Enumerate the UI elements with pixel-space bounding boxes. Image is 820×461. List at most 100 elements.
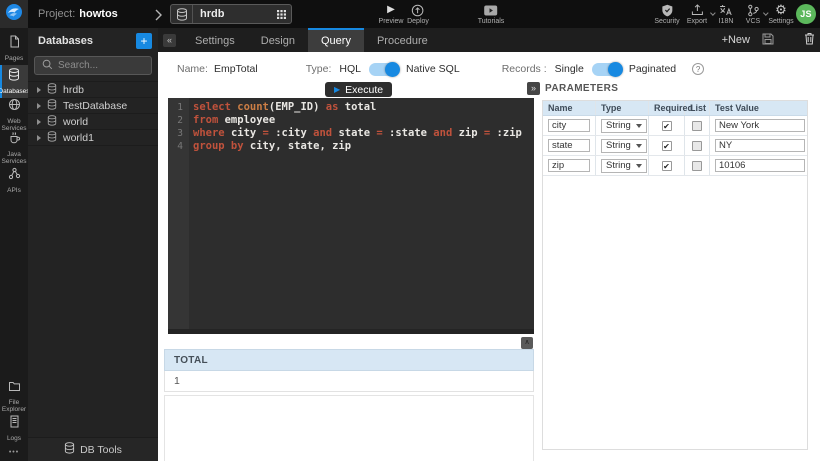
deploy-label: Deploy	[407, 18, 429, 25]
list-checkbox[interactable]	[692, 161, 702, 171]
execute-play-icon: ▶	[334, 86, 340, 94]
settings-button[interactable]: ⚙ Settings	[768, 4, 793, 25]
rail-item-web-services[interactable]: Web Services	[0, 98, 28, 131]
new-query-button[interactable]: +New	[722, 34, 750, 46]
database-search[interactable]	[34, 56, 152, 75]
video-icon	[484, 4, 498, 16]
param-type-select[interactable]: String	[601, 139, 647, 153]
search-icon	[42, 57, 53, 75]
sql-editor[interactable]: 1select count(EMP_ID) as total2from empl…	[168, 98, 534, 334]
column-header-list: List	[685, 101, 710, 115]
save-button[interactable]	[762, 33, 774, 48]
tab-query[interactable]: Query	[308, 28, 364, 52]
tab-procedure[interactable]: Procedure	[364, 28, 441, 52]
trash-icon	[804, 32, 815, 48]
collapse-results-button[interactable]: ∧	[521, 337, 533, 349]
more-icon[interactable]: •••	[0, 445, 28, 459]
app-logo[interactable]	[0, 0, 28, 28]
rail-item-logs[interactable]: Logs	[0, 412, 28, 445]
export-button[interactable]: Export	[687, 4, 707, 25]
caret-right-icon[interactable]	[37, 87, 41, 93]
add-database-button[interactable]: +	[136, 33, 152, 49]
query-config-row: Name: EmpTotal Type: HQL Native SQL Reco…	[177, 61, 814, 77]
wavemaker-logo-icon	[5, 3, 23, 26]
type-option-native-sql[interactable]: Native SQL	[406, 63, 460, 75]
line-number: 2	[168, 114, 189, 127]
caret-right-icon[interactable]	[37, 135, 41, 141]
list-checkbox[interactable]	[692, 121, 702, 131]
parameter-row-zip: String ✔	[543, 156, 807, 176]
param-name-input[interactable]	[548, 159, 590, 172]
globe-icon	[8, 98, 21, 116]
execute-label: Execute	[345, 84, 383, 96]
tree-item-label: world1	[63, 132, 94, 144]
tutorials-label: Tutorials	[478, 18, 505, 25]
rail-item-apis[interactable]: APIs	[0, 164, 28, 197]
tab-settings[interactable]: Settings	[182, 28, 248, 52]
db-tools-label: DB Tools	[80, 444, 122, 456]
user-avatar[interactable]: JS	[796, 4, 816, 24]
list-checkbox[interactable]	[692, 141, 702, 151]
line-number: 3	[168, 127, 189, 140]
param-name-input[interactable]	[548, 139, 590, 152]
database-selector[interactable]: hrdb	[170, 4, 292, 24]
tab-design[interactable]: Design	[248, 28, 308, 52]
param-type-select[interactable]: String	[601, 119, 647, 133]
editor-scrollbar[interactable]	[168, 329, 534, 334]
required-checkbox[interactable]: ✔	[662, 161, 672, 171]
param-test-value-input[interactable]	[715, 139, 805, 152]
sql-line: 2from employee	[168, 114, 534, 127]
rail-item-java-services[interactable]: Java Services	[0, 131, 28, 164]
parameter-row-state: String ✔	[543, 136, 807, 156]
security-button[interactable]: Security	[654, 4, 679, 25]
records-toggle[interactable]	[592, 63, 622, 76]
type-option-hql[interactable]: HQL	[339, 63, 361, 75]
rail-item-file-explorer[interactable]: File Explorer	[0, 379, 28, 412]
logs-icon	[9, 415, 20, 433]
preview-label: Preview	[379, 18, 404, 25]
line-number: 4	[168, 140, 189, 153]
records-option-paginated[interactable]: Paginated	[629, 63, 676, 75]
rail-label: Databases	[0, 88, 30, 95]
help-icon[interactable]: ?	[692, 63, 704, 75]
deploy-icon	[411, 4, 424, 16]
expand-parameters-button[interactable]: »	[527, 82, 540, 95]
execute-button[interactable]: ▶ Execute	[325, 82, 392, 97]
deploy-button[interactable]: Deploy	[407, 4, 429, 25]
grid-icon[interactable]	[277, 10, 286, 19]
rail-label: Web Services	[0, 118, 28, 132]
records-option-single[interactable]: Single	[555, 63, 584, 75]
caret-right-icon[interactable]	[37, 103, 41, 109]
db-tools-button[interactable]: DB Tools	[28, 437, 158, 461]
breadcrumb-chevron-icon	[155, 8, 162, 26]
rail-item-databases[interactable]: Databases	[0, 65, 28, 98]
param-name-input[interactable]	[548, 119, 590, 132]
results-row: 1	[164, 371, 534, 392]
tutorials-button[interactable]: Tutorials	[478, 4, 505, 25]
tree-item-label: TestDatabase	[63, 100, 127, 112]
i18n-button[interactable]: I18N	[719, 4, 734, 25]
delete-button[interactable]	[804, 32, 815, 48]
save-icon	[762, 33, 774, 48]
query-name-value[interactable]: EmpTotal	[214, 63, 258, 75]
required-checkbox[interactable]: ✔	[662, 141, 672, 151]
param-test-value-input[interactable]	[715, 159, 805, 172]
rail-label: Logs	[7, 435, 21, 442]
type-label: Type:	[306, 63, 332, 75]
required-checkbox[interactable]: ✔	[662, 121, 672, 131]
collapse-panel-button[interactable]: «	[163, 34, 176, 47]
preview-button[interactable]: ▶ Preview	[379, 4, 404, 25]
sql-line: 3where city = :city and state = :state a…	[168, 127, 534, 140]
search-input[interactable]	[58, 60, 146, 71]
caret-right-icon[interactable]	[37, 119, 41, 125]
security-label: Security	[654, 18, 679, 25]
rail-item-pages[interactable]: Pages	[0, 32, 28, 65]
param-test-value-input[interactable]	[715, 119, 805, 132]
vcs-button[interactable]: VCS	[746, 4, 760, 25]
tree-item-world1[interactable]: world1	[28, 130, 158, 146]
param-type-select[interactable]: String	[601, 159, 647, 173]
export-chevron-icon	[710, 10, 716, 16]
tree-item-label: hrdb	[63, 84, 84, 96]
type-toggle[interactable]	[369, 63, 399, 76]
sql-line: 4group by city, state, zip	[168, 140, 534, 153]
